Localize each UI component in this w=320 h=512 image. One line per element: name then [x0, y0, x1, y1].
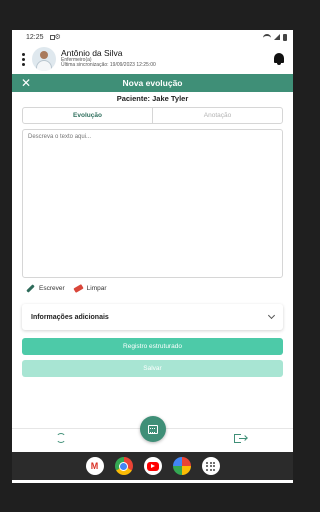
status-icons	[263, 33, 287, 41]
wifi-icon	[263, 34, 271, 40]
title-bar: ✕ Nova evolução	[12, 74, 293, 92]
status-bar: 12:25 ⚙	[12, 30, 293, 44]
signal-icon	[274, 34, 280, 40]
chrome-icon[interactable]	[114, 457, 133, 475]
drawing-tools: Escrever Limpar	[26, 284, 116, 293]
calendar-icon	[148, 424, 158, 434]
additional-info-label: Informações adicionais	[31, 313, 109, 321]
evolution-text-input[interactable]	[22, 129, 283, 278]
last-sync: Última sincronização: 19/09/2023 12:25:0…	[61, 62, 156, 69]
logout-icon[interactable]	[234, 433, 248, 445]
patient-label: Paciente: Jake Tyler	[116, 94, 189, 103]
tab-bar: Evolução Anotação	[22, 107, 283, 124]
sync-icon[interactable]	[56, 433, 68, 445]
menu-icon[interactable]	[16, 52, 30, 66]
clear-button[interactable]: Limpar	[73, 284, 107, 293]
page-title: Nova evolução	[122, 78, 183, 88]
additional-info-accordion[interactable]: Informações adicionais	[22, 304, 283, 330]
calendar-fab-button[interactable]	[140, 416, 166, 442]
write-label: Escrever	[39, 285, 65, 292]
user-info: Antônio da Silva Enfermeiro(a) Última si…	[61, 49, 156, 68]
eraser-icon	[73, 284, 84, 293]
android-dock: M	[12, 452, 293, 480]
close-icon[interactable]: ✕	[21, 75, 31, 91]
write-button[interactable]: Escrever	[26, 284, 65, 293]
clear-label: Limpar	[86, 285, 107, 292]
tab-anotacao[interactable]: Anotação	[153, 108, 282, 123]
battery-icon	[283, 33, 287, 41]
gmail-icon[interactable]: M	[85, 457, 104, 475]
apps-grid-icon[interactable]	[201, 457, 220, 475]
tab-evolucao[interactable]: Evolução	[23, 108, 153, 123]
chevron-down-icon	[267, 311, 276, 320]
pencil-icon	[26, 284, 35, 293]
status-time: 12:25	[26, 33, 44, 41]
bell-icon[interactable]	[273, 52, 285, 66]
avatar	[32, 47, 56, 71]
app-screen: 12:25 ⚙ Antônio da Silva Enfermeiro(a) Ú…	[12, 30, 293, 483]
structured-record-button[interactable]: Registro estruturado	[22, 338, 283, 355]
youtube-icon[interactable]	[143, 457, 162, 475]
save-button[interactable]: Salvar	[22, 360, 283, 377]
settings-status-icon: ⚙	[54, 34, 61, 41]
photos-icon[interactable]	[172, 457, 191, 475]
user-header: Antônio da Silva Enfermeiro(a) Última si…	[12, 44, 293, 74]
